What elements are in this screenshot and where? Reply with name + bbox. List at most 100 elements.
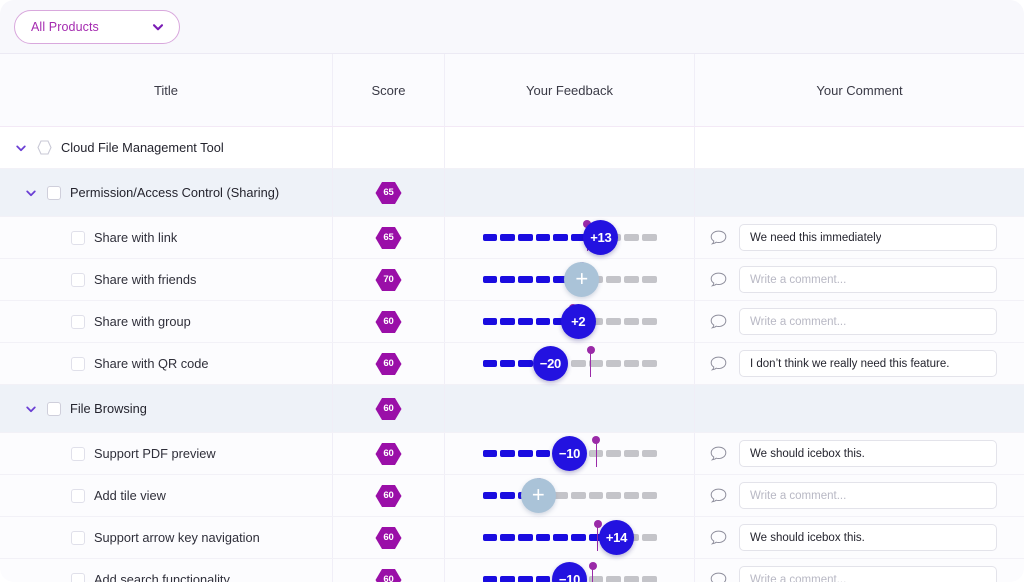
comment-input[interactable]: We should icebox this. xyxy=(739,440,997,467)
slider-segment xyxy=(624,491,639,499)
slider-segment xyxy=(517,575,533,582)
comment-bubble-icon[interactable] xyxy=(710,230,727,245)
table-row-group[interactable]: File Browsing 60 xyxy=(0,385,1024,433)
comment-cell xyxy=(695,127,1024,168)
slider-thumb[interactable]: +14 xyxy=(598,519,634,555)
slider-segment xyxy=(535,233,551,241)
comment-bubble-icon[interactable] xyxy=(710,488,727,503)
table-row[interactable]: Share with group 60 +2 Write a comment... xyxy=(0,301,1024,343)
table-row[interactable]: Support PDF preview 60 −10 We should icebox… xyxy=(0,433,1024,475)
slider-thumb[interactable]: +13 xyxy=(583,219,619,255)
row-checkbox[interactable] xyxy=(71,572,85,582)
feedback-slider[interactable]: +2 xyxy=(482,303,657,340)
comment-input[interactable]: I don’t think we really need this featur… xyxy=(739,350,997,377)
slider-thumb[interactable]: −10 xyxy=(552,435,587,471)
feedback-slider[interactable]: + xyxy=(482,477,657,514)
slider-track[interactable] xyxy=(482,233,657,241)
feedback-slider[interactable]: +13 xyxy=(482,219,657,256)
score-cell: 65 xyxy=(333,169,445,216)
slider-segment xyxy=(482,491,498,499)
row-checkbox[interactable] xyxy=(71,272,85,287)
table-row[interactable]: Share with link 65 +13 We need this immedia… xyxy=(0,217,1024,259)
comment-bubble-icon[interactable] xyxy=(710,572,727,582)
row-title: Support arrow key navigation xyxy=(94,530,260,545)
slider-thumb[interactable]: +2 xyxy=(560,303,596,339)
slider-segment xyxy=(624,275,639,283)
comment-bubble-icon[interactable] xyxy=(710,446,727,461)
feedback-slider[interactable]: −20 xyxy=(482,345,657,382)
comment-bubble-icon[interactable] xyxy=(710,356,727,371)
feedback-cell: −10 xyxy=(445,433,695,474)
comment-bubble-icon[interactable] xyxy=(710,272,727,287)
comment-text: We should icebox this. xyxy=(750,447,865,460)
score-badge: 60 xyxy=(375,484,402,508)
title-cell: Share with friends xyxy=(0,259,333,300)
slider-segment xyxy=(517,533,533,541)
score-value: 70 xyxy=(383,274,394,285)
feedback-cell: + xyxy=(445,475,695,516)
toolbar: All Products xyxy=(0,0,1024,54)
score-cell: 60 xyxy=(333,385,445,432)
row-checkbox[interactable] xyxy=(71,446,85,461)
table-row[interactable]: Share with QR code 60 −20 I don’t think we … xyxy=(0,343,1024,385)
feedback-slider[interactable]: −10 xyxy=(482,561,657,582)
row-checkbox[interactable] xyxy=(47,401,61,416)
feedback-value: −10 xyxy=(558,445,581,461)
slider-segment xyxy=(500,317,515,325)
slider-track[interactable] xyxy=(482,359,657,367)
feedback-slider[interactable]: + xyxy=(482,261,657,298)
row-checkbox[interactable] xyxy=(71,230,85,245)
comment-input[interactable]: Write a comment... xyxy=(739,308,997,335)
expand-chevron-icon[interactable] xyxy=(14,141,28,155)
score-badge: 60 xyxy=(375,310,402,334)
table-row[interactable]: Share with friends 70 + Write a comment... xyxy=(0,259,1024,301)
comment-bubble-icon[interactable] xyxy=(710,314,727,329)
slider-segment xyxy=(606,491,622,499)
feedback-slider[interactable]: +14 xyxy=(482,519,657,556)
slider-segment xyxy=(606,359,622,367)
comment-input[interactable]: We should icebox this. xyxy=(739,524,997,551)
slider-thumb[interactable]: −10 xyxy=(552,561,587,582)
comment-cell: Write a comment... xyxy=(695,475,1024,516)
expand-chevron-icon[interactable] xyxy=(24,186,38,200)
slider-thumb[interactable]: + xyxy=(564,261,600,297)
slider-segment xyxy=(641,359,657,367)
row-checkbox[interactable] xyxy=(71,530,85,545)
comment-bubble-icon[interactable] xyxy=(710,530,727,545)
row-checkbox[interactable] xyxy=(71,314,85,329)
comment-input[interactable]: Write a comment... xyxy=(739,566,997,582)
row-checkbox[interactable] xyxy=(71,488,85,503)
table-row-product[interactable]: Cloud File Management Tool xyxy=(0,127,1024,169)
product-filter-select[interactable]: All Products xyxy=(14,9,180,44)
table-row[interactable]: Add search functionality 60 −10 Write a com… xyxy=(0,559,1024,582)
comment-text: Write a comment... xyxy=(750,273,847,286)
title-cell: Support PDF preview xyxy=(0,433,333,474)
row-title: Share with group xyxy=(94,314,191,329)
slider-track[interactable] xyxy=(482,491,657,499)
score-badge: 60 xyxy=(375,568,402,582)
slider-segment xyxy=(517,317,533,325)
expand-chevron-icon[interactable] xyxy=(24,402,38,416)
column-header-score: Score xyxy=(333,54,445,126)
slider-segment xyxy=(606,275,622,283)
slider-segment xyxy=(606,449,622,457)
feedback-slider[interactable]: −10 xyxy=(482,435,657,472)
score-badge: 60 xyxy=(375,397,402,421)
feedback-cell: −10 xyxy=(445,559,695,582)
slider-thumb-plus-icon: + xyxy=(531,482,545,507)
table-row-group[interactable]: Permission/Access Control (Sharing) 65 xyxy=(0,169,1024,217)
row-title: Share with friends xyxy=(94,272,197,287)
table-row[interactable]: Add tile view 60 + Write a comment... xyxy=(0,475,1024,517)
table-row[interactable]: Support arrow key navigation 60 +14 We shou… xyxy=(0,517,1024,559)
row-checkbox[interactable] xyxy=(47,185,61,200)
comment-input[interactable]: Write a comment... xyxy=(739,266,997,293)
row-checkbox[interactable] xyxy=(71,356,85,371)
comment-cell: Write a comment... xyxy=(695,301,1024,342)
score-value: 60 xyxy=(383,490,394,501)
comment-input[interactable]: We need this immediately xyxy=(739,224,997,251)
slider-thumb[interactable]: + xyxy=(520,477,556,513)
slider-thumb[interactable]: −20 xyxy=(532,345,568,381)
comment-input[interactable]: Write a comment... xyxy=(739,482,997,509)
comment-cell: Write a comment... xyxy=(695,559,1024,582)
slider-segment xyxy=(535,533,551,541)
